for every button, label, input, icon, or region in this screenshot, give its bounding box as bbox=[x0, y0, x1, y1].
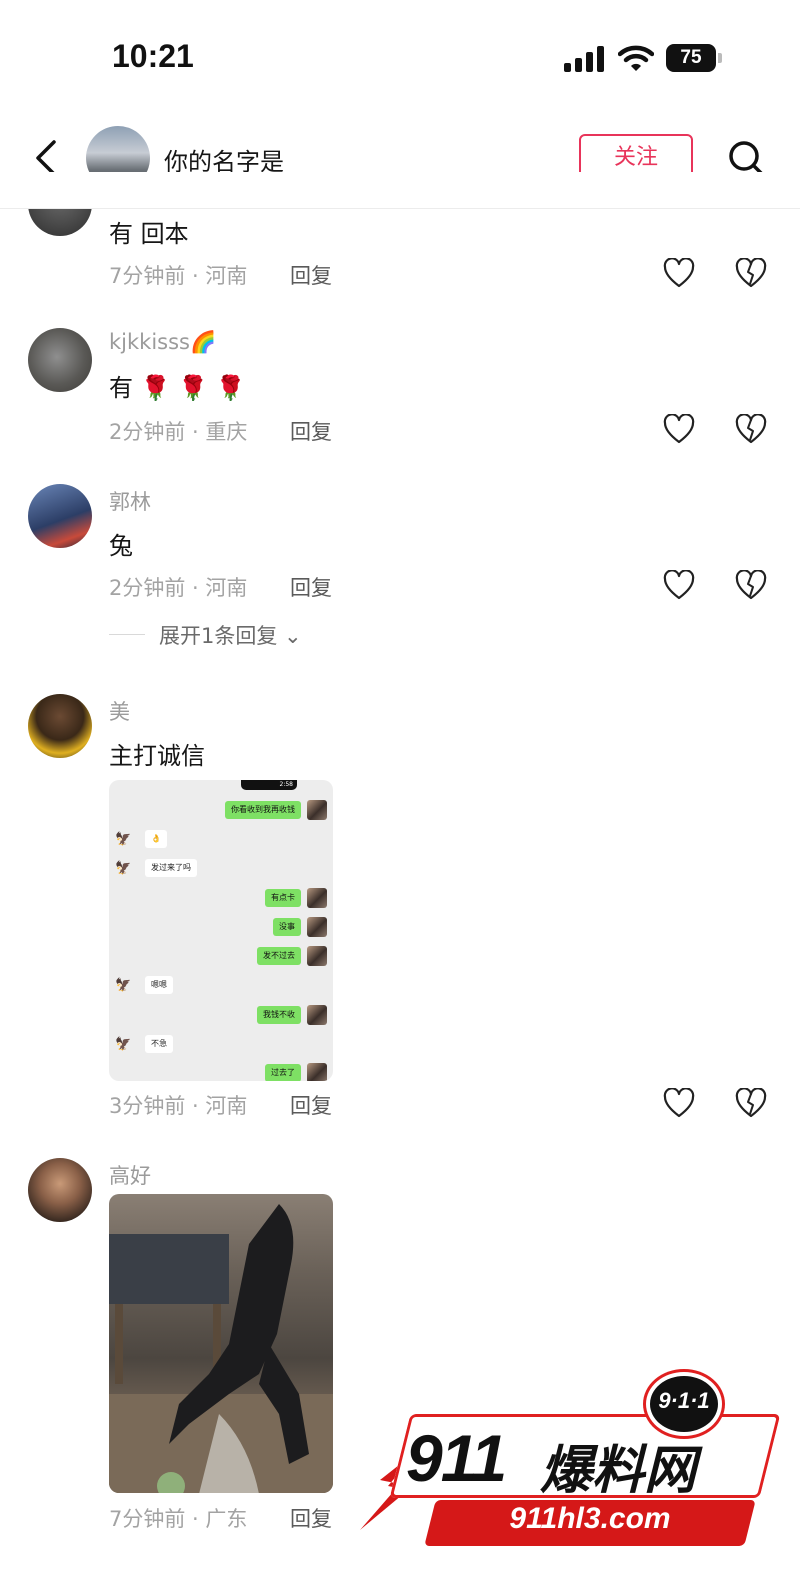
comment-image-chat-screenshot[interactable]: 2:58 你看收到我再收钱 🦅 👌 🦅 发过来了吗 有点卡 没事 发不过去 🦅 … bbox=[109, 780, 333, 1081]
heart-icon[interactable] bbox=[663, 258, 695, 288]
comment-meta: 2分钟前 · 重庆 bbox=[109, 420, 248, 444]
wifi-icon bbox=[618, 45, 654, 71]
battery-level: 75 bbox=[680, 47, 702, 68]
chat-avatar-left: 🦅 bbox=[115, 1037, 132, 1052]
reply-button[interactable]: 回复 bbox=[290, 1090, 332, 1120]
header-mask bbox=[0, 172, 800, 208]
reply-button[interactable]: 回复 bbox=[290, 260, 332, 290]
chat-time: 2:58 bbox=[279, 781, 293, 788]
chat-avatar-left: 🦅 bbox=[115, 978, 132, 993]
expand-divider bbox=[109, 634, 145, 635]
chat-avatar-right bbox=[307, 917, 327, 937]
reply-button[interactable]: 回复 bbox=[290, 572, 332, 602]
comment-text: 有 回本 bbox=[109, 220, 189, 248]
comment-text: 兔 bbox=[109, 532, 133, 560]
comment-username[interactable]: 美 bbox=[109, 696, 130, 726]
commenter-avatar[interactable] bbox=[28, 484, 92, 548]
chat-bubble-right: 有点卡 bbox=[265, 889, 301, 907]
comment-meta: 7分钟前 · 河南 bbox=[109, 264, 248, 288]
comment-username[interactable]: 高好 bbox=[109, 1160, 151, 1190]
expand-replies-button[interactable]: 展开1条回复 ⌄ bbox=[159, 620, 302, 650]
chat-bubble-left: 发过来了吗 bbox=[145, 859, 197, 877]
chat-statusbar: 2:58 bbox=[241, 780, 297, 790]
photo-scene bbox=[109, 1204, 333, 1493]
chat-avatar-right bbox=[307, 946, 327, 966]
comment-text: 有 🌹 🌹 🌹 bbox=[109, 374, 246, 402]
comment-username[interactable]: kjkkisss🌈 bbox=[109, 330, 216, 355]
chat-bubble-right: 你看收到我再收钱 bbox=[225, 801, 301, 819]
chat-bubble-right: 我钱不收 bbox=[257, 1006, 301, 1024]
header-divider-line bbox=[0, 208, 800, 209]
broken-heart-icon[interactable] bbox=[735, 414, 767, 444]
chat-bubble-left: 不急 bbox=[145, 1035, 173, 1053]
reply-button[interactable]: 回复 bbox=[290, 416, 332, 446]
broken-heart-icon[interactable] bbox=[735, 1088, 767, 1118]
heart-icon[interactable] bbox=[663, 414, 695, 444]
watermark-badge-text: 9·1·1 bbox=[658, 1388, 710, 1413]
commenter-avatar[interactable] bbox=[28, 328, 92, 392]
chat-avatar-right bbox=[307, 1005, 327, 1025]
reply-button[interactable]: 回复 bbox=[290, 1503, 332, 1533]
heart-icon[interactable] bbox=[663, 1088, 695, 1118]
watermark-brand-number: 911 bbox=[406, 1421, 507, 1495]
comment-username[interactable]: 郭林 bbox=[109, 486, 151, 516]
chat-bubble-right: 过去了 bbox=[265, 1064, 301, 1081]
status-time: 10:21 bbox=[112, 38, 194, 74]
comment-meta: 7分钟前 · 广东 bbox=[109, 1507, 248, 1531]
comment-image-photo[interactable] bbox=[109, 1194, 333, 1493]
commenter-avatar[interactable] bbox=[28, 694, 92, 758]
chat-avatar-right bbox=[307, 800, 327, 820]
signal-icon bbox=[564, 46, 604, 72]
chat-bubble-left: 👌 bbox=[145, 830, 167, 848]
chat-bubble-left: 嗯嗯 bbox=[145, 976, 173, 994]
broken-heart-icon[interactable] bbox=[735, 570, 767, 600]
chat-avatar-right bbox=[307, 1063, 327, 1081]
battery-icon: 75 bbox=[666, 44, 724, 72]
comment-text: 主打诚信 bbox=[109, 742, 205, 770]
chat-bubble-right: 没事 bbox=[273, 918, 301, 936]
chat-avatar-left: 🦅 bbox=[115, 832, 132, 847]
chat-bubble-right: 发不过去 bbox=[257, 947, 301, 965]
chat-avatar-right bbox=[307, 888, 327, 908]
chat-avatar-left: 🦅 bbox=[115, 861, 132, 876]
watermark-brand-text: 爆料网 bbox=[540, 1441, 697, 1501]
watermark-logo: 911 爆料网 911hl3.com 9·1·1 bbox=[360, 1360, 790, 1565]
watermark-url: 911hl3.com bbox=[509, 1502, 671, 1535]
comment-meta: 3分钟前 · 河南 bbox=[109, 1094, 248, 1118]
broken-heart-icon[interactable] bbox=[735, 258, 767, 288]
heart-icon[interactable] bbox=[663, 570, 695, 600]
commenter-avatar[interactable] bbox=[28, 1158, 92, 1222]
comment-meta: 2分钟前 · 河南 bbox=[109, 576, 248, 600]
